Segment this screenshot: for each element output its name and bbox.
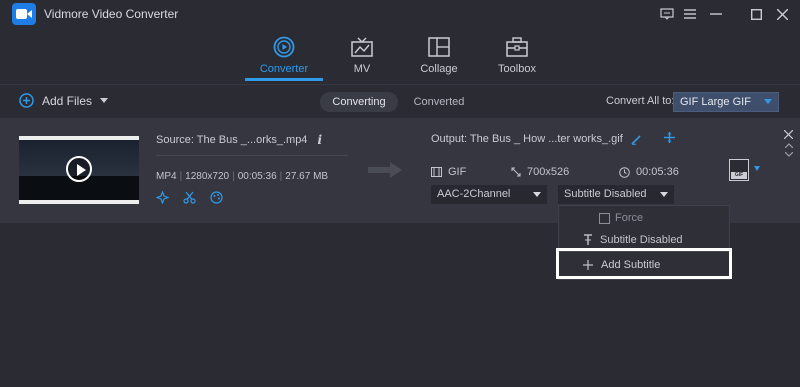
chevron-down-icon: [533, 192, 541, 197]
cut-icon[interactable]: [183, 191, 196, 204]
text-icon: [584, 234, 592, 245]
add-circle-icon: [19, 93, 34, 108]
source-line: Source: The Bus _...orks_.mp4 i: [156, 133, 322, 147]
output-name: Output: The Bus _ How ...ter works_.gif: [431, 133, 623, 145]
info-icon[interactable]: i: [317, 133, 322, 147]
main-nav: Converter MV Collage Toolbox: [0, 28, 800, 82]
converter-icon: [246, 34, 322, 60]
toolbar: Add Files Converting Converted Convert A…: [0, 84, 800, 116]
arrow-right-icon: [368, 162, 402, 178]
chevron-down-icon[interactable]: [785, 152, 793, 157]
clock-icon: [619, 166, 630, 178]
remove-file-icon[interactable]: [784, 130, 793, 139]
play-icon[interactable]: [66, 156, 92, 182]
output-resolution-label: 700x526: [527, 166, 570, 178]
tab-mv-label: MV: [353, 63, 371, 75]
tab-collage[interactable]: Collage: [401, 34, 477, 82]
mv-icon: [324, 34, 400, 60]
tab-converter[interactable]: Converter: [246, 34, 322, 82]
convert-all-select[interactable]: GIF Large GIF: [673, 92, 779, 112]
film-icon: [431, 167, 442, 177]
minimize-icon[interactable]: [705, 4, 727, 24]
chevron-down-icon: [660, 192, 668, 197]
app-logo-icon: [12, 3, 36, 25]
subtitle-select[interactable]: Subtitle Disabled: [558, 185, 674, 204]
output-resolution: 700x526: [511, 166, 569, 178]
source-duration: 00:05:36: [237, 171, 277, 182]
source-resolution: 1280x720: [185, 171, 230, 182]
divider: [156, 155, 348, 156]
add-files-label: Add Files: [42, 93, 93, 108]
subtitle-disabled-label: Subtitle Disabled: [600, 234, 683, 246]
audio-track-select[interactable]: AAC-2Channel: [431, 185, 547, 204]
source-size: 27.67 MB: [285, 171, 329, 182]
app-title: Vidmore Video Converter: [44, 7, 179, 21]
convert-all-value: GIF Large GIF: [680, 96, 751, 108]
menu-icon[interactable]: [679, 4, 701, 24]
resize-icon: [511, 167, 521, 177]
output-duration-label: 00:05:36: [636, 166, 679, 178]
tab-converted[interactable]: Converted: [404, 92, 474, 112]
close-window-icon[interactable]: [771, 4, 793, 24]
source-meta: MP4 | 1280x720 | 00:05:36 | 27.67 MB: [156, 171, 329, 182]
chevron-up-icon[interactable]: [785, 143, 793, 148]
collage-icon: [401, 34, 477, 60]
maximize-icon[interactable]: [745, 4, 767, 24]
output-duration: 00:05:36: [619, 166, 679, 178]
tab-collage-label: Collage: [420, 63, 458, 75]
edit-tools: [156, 191, 223, 204]
output-format-badge[interactable]: GIF: [729, 159, 749, 181]
add-files-button[interactable]: Add Files: [19, 93, 109, 108]
force-checkbox[interactable]: [599, 212, 610, 224]
chevron-down-icon[interactable]: [100, 97, 109, 104]
source-name: Source: The Bus _...orks_.mp4: [156, 134, 308, 146]
active-tab-indicator: [245, 78, 323, 81]
output-format-label: GIF: [448, 166, 467, 178]
chevron-down-icon: [764, 99, 772, 104]
subtitle-value: Subtitle Disabled: [564, 188, 647, 200]
tab-converting[interactable]: Converting: [320, 92, 398, 112]
toolbox-icon: [479, 34, 555, 60]
chevron-down-icon[interactable]: [754, 166, 760, 171]
tab-converter-label: Converter: [259, 63, 309, 75]
badge-label: GIF: [731, 172, 747, 179]
tab-toolbox[interactable]: Toolbox: [479, 34, 555, 82]
force-label: Force: [615, 212, 644, 224]
audio-track-value: AAC-2Channel: [437, 188, 511, 200]
title-bar: Vidmore Video Converter: [0, 0, 800, 28]
edit-pencil-icon[interactable]: [631, 134, 642, 145]
tab-mv[interactable]: MV: [324, 34, 400, 82]
convert-all-label: Convert All to:: [606, 95, 675, 107]
move-icon[interactable]: [664, 132, 675, 143]
force-option[interactable]: Force: [559, 207, 729, 229]
enhance-icon[interactable]: [156, 191, 169, 204]
tab-toolbox-label: Toolbox: [498, 63, 536, 75]
output-line: Output: The Bus _ How ...ter works_.gif: [431, 133, 642, 145]
palette-icon[interactable]: [210, 191, 223, 204]
source-format: MP4: [156, 171, 177, 182]
highlight-box: [556, 248, 732, 279]
output-format: GIF: [431, 166, 466, 178]
video-thumbnail[interactable]: [19, 136, 139, 204]
feedback-icon[interactable]: [656, 4, 678, 24]
